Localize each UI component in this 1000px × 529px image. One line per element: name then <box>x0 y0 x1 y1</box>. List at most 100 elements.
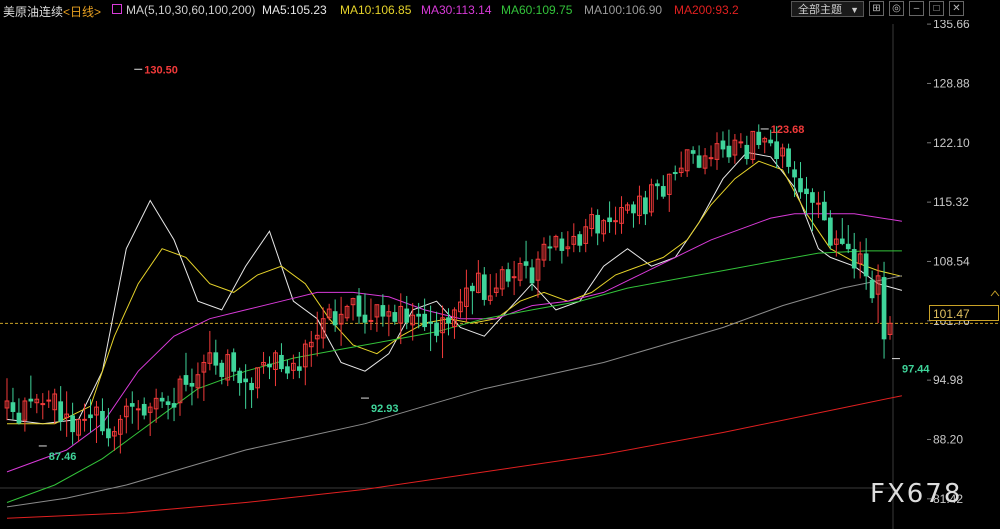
candle <box>690 146 696 164</box>
candle <box>714 132 720 170</box>
candle <box>171 387 177 422</box>
candle <box>523 240 529 279</box>
candle-body <box>607 217 612 223</box>
settings-icon[interactable]: ◎ <box>889 1 904 16</box>
candle <box>654 179 660 200</box>
candle <box>553 234 559 251</box>
candle <box>738 133 744 149</box>
price-marker-icon <box>990 290 1000 297</box>
candle <box>177 375 183 416</box>
candle <box>571 223 577 253</box>
candle <box>374 304 380 332</box>
candle <box>595 209 601 246</box>
candle <box>153 388 159 423</box>
period-label[interactable]: <日线> <box>63 3 101 20</box>
candle <box>64 391 69 437</box>
candle-body <box>40 403 46 406</box>
candle-body <box>756 131 762 146</box>
instrument-name[interactable]: 美原油连续 <box>3 3 63 20</box>
candle <box>189 368 195 406</box>
candle <box>804 176 809 216</box>
candle <box>410 302 416 341</box>
y-tick-label: 115.32 <box>933 195 969 209</box>
maximize-icon[interactable]: □ <box>929 1 944 16</box>
candle <box>4 378 10 421</box>
candle <box>869 270 875 303</box>
minimize-icon[interactable]: – <box>909 1 924 16</box>
candle <box>117 414 123 454</box>
candle-body <box>296 366 302 371</box>
candle <box>828 210 833 250</box>
candle-body <box>547 246 553 249</box>
candle-body <box>416 313 422 317</box>
candle-body <box>577 234 583 246</box>
candle-body <box>559 238 565 251</box>
candle <box>637 185 642 225</box>
candle <box>28 375 34 408</box>
chevron-down-icon: ▼ <box>850 5 859 15</box>
y-tick-label: 108.54 <box>933 254 970 268</box>
candle-body <box>380 305 386 317</box>
candle-body <box>285 366 290 374</box>
close-icon[interactable]: ✕ <box>949 1 964 16</box>
candle <box>487 274 493 305</box>
candle-body <box>613 220 618 223</box>
candle <box>535 251 541 298</box>
candle <box>141 397 147 420</box>
candle-body <box>171 403 177 408</box>
candle <box>780 143 785 169</box>
candle-body <box>643 197 648 215</box>
candle-body <box>332 311 338 326</box>
candle <box>696 145 702 169</box>
candle <box>470 282 475 315</box>
candle <box>195 362 201 399</box>
candle-body <box>804 188 809 195</box>
candle-body <box>738 141 744 144</box>
ma-line-ma30 <box>6 213 902 473</box>
candle-body <box>356 295 362 317</box>
candle-body <box>851 249 857 269</box>
candle <box>76 418 81 443</box>
candle-body <box>839 238 845 244</box>
theme-dropdown-label: 全部主题 <box>798 4 842 16</box>
indicator-icon[interactable] <box>112 4 122 14</box>
candle <box>505 262 511 288</box>
annotation-label: 87.46 <box>49 451 77 463</box>
ma-line-ma10 <box>7 160 903 425</box>
y-tick-label: 94.98 <box>933 373 963 387</box>
theme-dropdown[interactable]: 全部主题 ▼ <box>791 1 864 17</box>
ma60-value: MA60:109.75 <box>501 3 573 17</box>
candle-body <box>660 186 666 197</box>
candle <box>625 202 630 214</box>
candle <box>458 288 463 318</box>
candle <box>273 350 278 387</box>
candle <box>684 149 690 177</box>
candle <box>386 304 392 337</box>
candle-body <box>595 214 601 234</box>
candle-body <box>798 178 803 193</box>
candle <box>881 261 887 359</box>
ma-line-ma200 <box>6 395 903 519</box>
ma100-value: MA100:106.90 <box>584 3 663 17</box>
candle-body <box>505 269 511 282</box>
annotation-label: 123.68 <box>771 124 805 136</box>
y-tick-label: 122.10 <box>933 136 970 150</box>
grid-icon[interactable]: ⊞ <box>869 1 884 16</box>
candle-body <box>631 204 636 214</box>
candle <box>607 201 612 233</box>
candle <box>762 136 768 154</box>
ma-params[interactable]: MA(5,10,30,60,100,200) <box>126 3 255 17</box>
toolbar: 美原油连续 <日线> MA(5,10,30,60,100,200) MA5:10… <box>0 0 1000 20</box>
candle <box>613 206 618 235</box>
candle <box>619 196 624 234</box>
candle <box>279 343 284 373</box>
candle <box>857 241 863 279</box>
candle-body <box>881 277 887 340</box>
candle <box>744 135 750 165</box>
ma10-value: MA10:106.85 <box>340 3 412 17</box>
candle-body <box>428 321 433 324</box>
candlestick-chart[interactable]: 135.66128.88122.10115.32108.54101.7694.9… <box>0 20 1000 529</box>
candle <box>225 349 231 387</box>
candle <box>100 398 105 436</box>
candle <box>547 235 553 261</box>
